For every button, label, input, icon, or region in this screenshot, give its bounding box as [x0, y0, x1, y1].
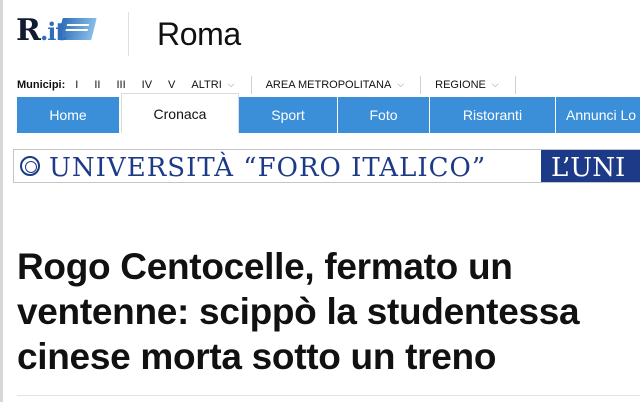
site-header: R.it Roma [3, 0, 640, 70]
area-metropolitana-dropdown[interactable]: AREA METROPOLITANA ⌵ [266, 79, 405, 91]
chevron-down-icon: ⌵ [227, 79, 235, 89]
subnav-separator [420, 76, 422, 94]
banner-right-text: L’UNI [551, 153, 626, 183]
page: R.it Roma Municipi: I II III IV V ALTRI ⌵… [0, 0, 640, 402]
logo-main: R [16, 13, 41, 48]
tab-ristoranti[interactable]: Ristoranti [430, 97, 556, 133]
city-title[interactable]: Roma [157, 16, 241, 53]
municipio-link-iii[interactable]: III [116, 79, 125, 91]
logo-text: R.it [16, 13, 66, 48]
altri-label: ALTRI [191, 79, 222, 91]
altri-dropdown[interactable]: ALTRI ⌵ [191, 79, 234, 91]
area-metropolitana-label: AREA METROPOLITANA [265, 79, 392, 91]
header-divider [128, 12, 129, 56]
site-logo[interactable]: R.it [16, 10, 98, 54]
university-seal-icon [20, 156, 40, 176]
banner-text: UNIVERSITÀ “FORO ITALICO” [49, 153, 487, 183]
municipi-nav: Municipi: I II III IV V ALTRI ⌵ AREA METR… [17, 76, 530, 94]
main-nav: Home Cronaca Sport Foto Ristoranti Annun… [17, 93, 640, 133]
municipi-label: Municipi: [17, 79, 66, 91]
regione-label: REGIONE [435, 79, 486, 91]
logo-suffix: .it [39, 17, 67, 46]
banner-right-panel: L’UNI [541, 150, 640, 183]
municipio-link-i[interactable]: I [75, 79, 78, 91]
municipio-link-iv[interactable]: IV [142, 79, 152, 91]
tab-annunci-locali[interactable]: Annunci Lo [556, 97, 640, 133]
content-divider [17, 395, 640, 396]
tab-cronaca[interactable]: Cronaca [121, 93, 239, 133]
article-headline: Rogo Centocelle, fermato un ventenne: sc… [17, 246, 580, 377]
regione-dropdown[interactable]: REGIONE ⌵ [435, 79, 499, 91]
subnav-separator [514, 76, 516, 94]
tab-sport[interactable]: Sport [239, 97, 338, 133]
municipio-link-v[interactable]: V [168, 79, 175, 91]
advertisement-banner[interactable]: UNIVERSITÀ “FORO ITALICO” L’UNI [13, 149, 640, 183]
municipio-link-ii[interactable]: II [94, 79, 100, 91]
tab-home[interactable]: Home [17, 97, 120, 133]
subnav-separator [250, 76, 252, 94]
chevron-down-icon: ⌵ [491, 79, 499, 89]
chevron-down-icon: ⌵ [397, 79, 405, 89]
tab-foto[interactable]: Foto [338, 97, 430, 133]
